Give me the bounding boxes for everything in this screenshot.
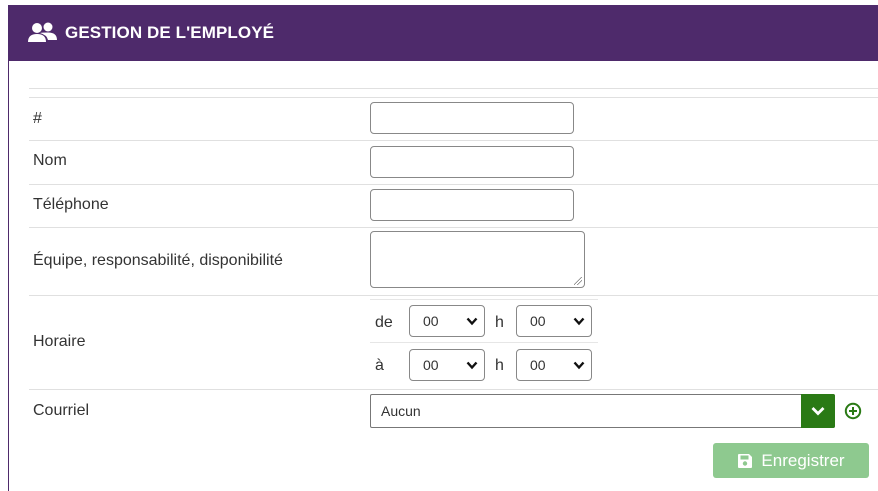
number-label: # (33, 110, 42, 127)
email-select[interactable]: Aucun (370, 394, 835, 428)
divider (370, 299, 598, 300)
divider (29, 295, 878, 296)
phone-label: Téléphone (33, 196, 109, 213)
users-icon (28, 22, 57, 42)
name-label: Nom (33, 152, 67, 169)
email-dropdown-toggle[interactable] (801, 394, 835, 428)
hour-separator: h (495, 357, 504, 374)
schedule-label: Horaire (33, 333, 86, 350)
phone-input[interactable] (370, 189, 574, 221)
to-hour-value: 00 (423, 357, 439, 373)
page-title: GESTION DE L'EMPLOYÉ (65, 23, 275, 42)
to-minute-value: 00 (530, 357, 546, 373)
to-minute-select[interactable]: 00 (516, 349, 592, 381)
from-minute-value: 00 (530, 313, 546, 329)
email-label: Courriel (33, 402, 90, 419)
divider (29, 184, 878, 185)
from-hour-select[interactable]: 00 (409, 305, 485, 337)
floppy-disk-icon (738, 453, 753, 468)
chevron-down-icon (811, 407, 825, 416)
team-label: Équipe, responsabilité, disponibilité (33, 252, 283, 269)
to-label: à (375, 357, 384, 374)
number-input[interactable] (370, 102, 574, 134)
resize-grip-icon[interactable] (574, 277, 582, 285)
email-value: Aucun (381, 403, 421, 419)
from-minute-select[interactable]: 00 (516, 305, 592, 337)
employee-panel: GESTION DE L'EMPLOYÉ # Nom Téléphone Équ… (8, 5, 878, 491)
divider (29, 389, 878, 390)
chevron-down-icon (466, 317, 478, 326)
hour-separator: h (495, 314, 504, 331)
plus-circle-icon[interactable] (844, 402, 862, 420)
from-label: de (375, 314, 393, 331)
divider (29, 227, 878, 228)
name-input[interactable] (370, 146, 574, 178)
divider (29, 97, 878, 98)
chevron-down-icon (573, 361, 585, 370)
divider (29, 140, 878, 141)
divider (29, 88, 878, 89)
chevron-down-icon (466, 361, 478, 370)
save-button[interactable]: Enregistrer (713, 443, 869, 478)
from-hour-value: 00 (423, 313, 439, 329)
save-label: Enregistrer (761, 450, 845, 470)
team-textarea[interactable] (370, 231, 585, 288)
chevron-down-icon (573, 317, 585, 326)
to-hour-select[interactable]: 00 (409, 349, 485, 381)
panel-header: GESTION DE L'EMPLOYÉ (9, 5, 878, 61)
divider (370, 342, 598, 343)
